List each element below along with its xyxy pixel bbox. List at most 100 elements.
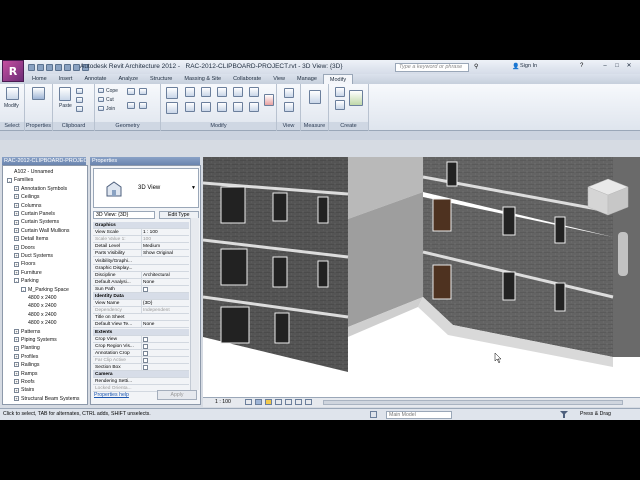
browser-item[interactable]: + Columns [14, 202, 41, 210]
collapse-icon[interactable]: - [7, 177, 12, 183]
browser-item[interactable]: + Curtain Wall Mullions [14, 227, 70, 235]
property-section[interactable]: Camera [93, 371, 189, 379]
collapse-icon[interactable]: - [14, 278, 19, 284]
revit-logo-button[interactable]: R [2, 60, 24, 82]
join-icon[interactable] [98, 106, 104, 111]
property-section[interactable]: Identity Data [93, 293, 189, 300]
reveal-hidden-icon[interactable] [305, 399, 312, 405]
tab-manage[interactable]: Manage [291, 74, 323, 84]
expand-icon[interactable]: + [14, 353, 19, 359]
expand-icon[interactable]: + [14, 253, 19, 259]
help-icon[interactable]: ? [580, 63, 583, 69]
expand-icon[interactable]: + [14, 261, 19, 267]
browser-item[interactable]: + Planting [14, 344, 40, 352]
browser-item[interactable]: + Curtain Panels [14, 210, 55, 218]
browser-item[interactable]: + Doors [14, 244, 35, 252]
tab-insert[interactable]: Insert [53, 74, 79, 84]
browser-item[interactable]: A102 - Unnamed [14, 168, 53, 176]
property-value[interactable]: None [141, 278, 187, 286]
measure-icon[interactable] [309, 90, 321, 104]
type-dropdown-arrow-icon[interactable]: ▼ [191, 185, 196, 191]
mirror-axis-icon[interactable] [201, 87, 211, 97]
browser-item[interactable]: 4800 x 2400 [28, 294, 57, 302]
navigation-bar[interactable] [618, 232, 628, 276]
view-scale[interactable]: 1 : 100 [215, 398, 231, 407]
binoculars-icon[interactable]: ⚲ [474, 63, 478, 70]
pin-icon[interactable] [249, 102, 259, 112]
trim-icon[interactable] [217, 102, 227, 112]
expand-icon[interactable]: + [14, 337, 19, 343]
sign-in-link[interactable]: Sign In [520, 63, 537, 69]
split-icon[interactable] [233, 87, 243, 97]
tab-annotate[interactable]: Annotate [78, 74, 112, 84]
redo-icon[interactable] [55, 63, 62, 71]
browser-item[interactable]: 4800 x 2400 [28, 311, 57, 319]
property-section[interactable]: Graphics [93, 222, 189, 229]
paste-icon[interactable] [59, 87, 71, 101]
expand-icon[interactable]: + [14, 219, 19, 225]
filter-icon[interactable] [560, 411, 568, 418]
property-value[interactable]: None [141, 321, 187, 329]
move-icon[interactable] [166, 102, 178, 114]
expand-icon[interactable]: + [14, 387, 19, 393]
tab-modify[interactable]: Modify [322, 74, 354, 84]
wall-joins-icon[interactable] [127, 102, 135, 109]
tab-structure[interactable]: Structure [144, 74, 178, 84]
expand-icon[interactable]: + [14, 395, 19, 401]
browser-item[interactable]: + Furniture [14, 269, 42, 277]
detail-level-icon[interactable] [245, 399, 252, 405]
property-checkbox[interactable] [143, 350, 148, 356]
property-checkbox[interactable] [143, 336, 148, 342]
browser-item[interactable]: + Duct Systems [14, 252, 53, 260]
active-model-dropdown[interactable]: Main Model [386, 411, 452, 419]
browser-item[interactable]: + Curtain Systems [14, 218, 59, 226]
maximize-button[interactable]: □ [612, 62, 622, 71]
close-button[interactable]: ✕ [624, 62, 634, 71]
browser-item[interactable]: + Ramps [14, 370, 37, 378]
copy-icon[interactable] [185, 102, 195, 112]
visual-style-icon[interactable] [255, 399, 262, 405]
cope-icon[interactable] [98, 88, 104, 93]
expand-icon[interactable]: + [14, 194, 19, 200]
create-group-icon[interactable] [349, 90, 363, 106]
property-checkbox[interactable] [143, 286, 148, 292]
temporary-hide-icon[interactable] [295, 399, 302, 405]
browser-item[interactable]: + Roofs [14, 378, 35, 386]
browser-item[interactable]: + Structural Beam Systems [14, 395, 80, 403]
expand-icon[interactable]: + [14, 345, 19, 351]
workset-icon[interactable] [370, 411, 377, 418]
3d-view-canvas[interactable] [203, 157, 640, 397]
collapse-icon[interactable]: - [21, 286, 26, 292]
expand-icon[interactable]: + [14, 211, 19, 217]
undo-icon[interactable] [46, 63, 53, 71]
tab-home[interactable]: Home [26, 74, 53, 84]
horizontal-scrollbar[interactable] [323, 400, 623, 405]
demolish-icon[interactable] [139, 102, 147, 109]
browser-item[interactable]: 4800 x 2400 [28, 319, 57, 327]
modify-cursor-icon[interactable] [6, 87, 19, 100]
browser-item[interactable]: + Detail Items [14, 235, 48, 243]
browser-item[interactable]: 4800 x 2400 [28, 302, 57, 310]
type-selector[interactable]: 3D View ▼ [93, 168, 199, 208]
properties-icon[interactable] [32, 87, 45, 100]
scale-icon[interactable] [249, 87, 259, 97]
measure-icon[interactable] [64, 63, 71, 71]
browser-item[interactable]: + Annotation Symbols [14, 185, 67, 193]
browser-item[interactable]: + Patterns [14, 328, 40, 336]
shadows-icon[interactable] [275, 399, 282, 405]
browser-item[interactable]: - M_Parking Space [21, 286, 69, 294]
mirror-draw-icon[interactable] [217, 87, 227, 97]
open-icon[interactable] [28, 63, 35, 71]
expand-icon[interactable]: + [14, 362, 19, 368]
cut-geometry-icon[interactable] [98, 97, 104, 102]
property-checkbox[interactable] [143, 365, 148, 370]
instance-filter-dropdown[interactable]: 3D View: {3D} [93, 211, 155, 219]
rotate-icon[interactable] [201, 102, 211, 112]
browser-item[interactable]: - Parking [14, 277, 39, 285]
browser-item[interactable]: + Piping Systems [14, 336, 57, 344]
property-value[interactable]: Independent [141, 307, 187, 315]
create-assembly-icon[interactable] [335, 87, 345, 97]
tab-massing-site[interactable]: Massing & Site [178, 74, 227, 84]
expand-icon[interactable]: + [14, 236, 19, 242]
expand-icon[interactable]: + [14, 379, 19, 385]
